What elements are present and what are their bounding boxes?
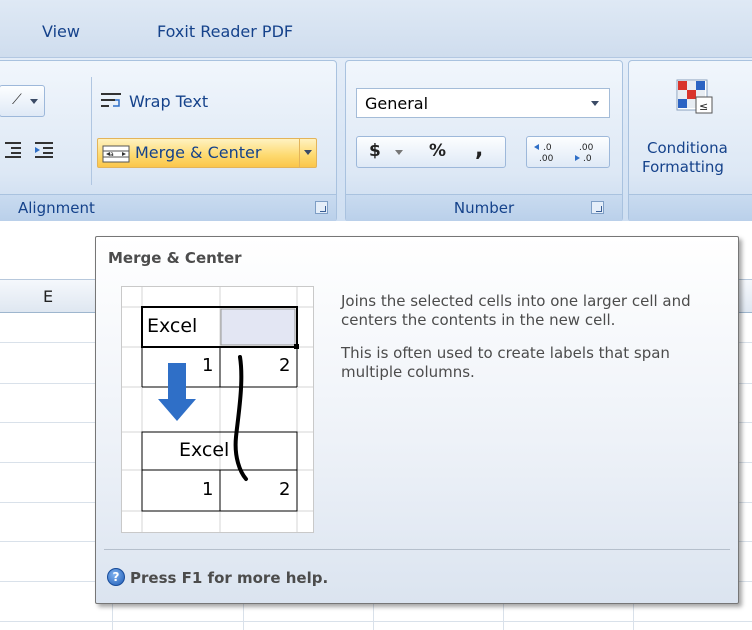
merge-center-icon: a — [102, 145, 130, 167]
alignment-dialog-launcher-icon[interactable] — [315, 201, 328, 214]
conditional-formatting-label-2: Formatting — [642, 158, 724, 176]
ribbon-body: ⟋ Wrap Text a Merge & Center Alignment G… — [0, 57, 752, 222]
styles-group: ≤ Conditiona Formatting — [628, 60, 752, 222]
number-group-label: Number — [346, 194, 622, 221]
currency-button[interactable]: $ — [369, 141, 381, 161]
merge-center-button[interactable]: a Merge & Center — [97, 138, 317, 168]
tooltip-description-1: Joins the selected cells into one larger… — [341, 292, 691, 329]
wrap-text-icon — [99, 91, 123, 115]
decrease-decimal-icon[interactable]: .00.0 — [571, 141, 603, 167]
svg-text:.0: .0 — [543, 143, 552, 153]
orientation-icon: ⟋ — [12, 92, 22, 108]
number-format-value: General — [365, 94, 429, 113]
number-format-select[interactable]: General — [356, 88, 610, 118]
alignment-group-label: Alignment — [0, 194, 336, 221]
wrap-text-button[interactable]: Wrap Text — [99, 89, 259, 115]
chevron-down-icon — [591, 101, 599, 106]
percent-button[interactable]: % — [429, 141, 446, 161]
ribbon-tab-bar: View Foxit Reader PDF — [0, 0, 752, 57]
tab-foxit-reader-pdf[interactable]: Foxit Reader PDF — [157, 22, 293, 41]
wrap-text-label: Wrap Text — [129, 92, 209, 111]
conditional-formatting-label-1: Conditiona — [647, 139, 728, 157]
number-dialog-launcher-icon[interactable] — [591, 201, 604, 214]
svg-text:a: a — [110, 151, 114, 158]
chevron-down-icon — [30, 99, 38, 104]
tooltip-description-2: This is often used to create labels that… — [341, 344, 670, 381]
conditional-formatting-icon: ≤ — [676, 79, 714, 119]
increase-indent-icon[interactable] — [33, 139, 55, 159]
chevron-down-icon — [304, 150, 312, 155]
increase-decimal-icon[interactable]: .0.00 — [533, 141, 565, 167]
merge-center-label: Merge & Center — [135, 143, 262, 162]
tooltip-separator — [104, 549, 730, 550]
comma-style-button[interactable]: , — [475, 137, 483, 162]
merge-center-dropdown[interactable] — [299, 139, 316, 167]
illustration-merged-cell: Excel — [179, 439, 230, 461]
illustration-top-value-2: 2 — [279, 355, 291, 376]
illustration-bottom-value-1: 1 — [202, 479, 214, 500]
styles-group-label — [629, 194, 752, 221]
group-separator — [91, 77, 92, 185]
chevron-down-icon[interactable] — [395, 150, 403, 155]
tooltip-help-text: Press F1 for more help. — [130, 569, 329, 587]
tooltip-description: Joins the selected cells into one larger… — [341, 292, 721, 396]
alignment-group: ⟋ Wrap Text a Merge & Center Alignment — [0, 60, 337, 222]
svg-text:≤: ≤ — [699, 100, 708, 113]
tooltip-illustration: Excel 1 2 Excel 1 2 — [121, 286, 314, 533]
svg-text:.00: .00 — [579, 143, 594, 153]
svg-text:.00: .00 — [539, 154, 554, 163]
column-header-e[interactable]: E — [43, 287, 53, 306]
illustration-bottom-value-2: 2 — [279, 479, 291, 500]
svg-text:.0: .0 — [583, 154, 592, 163]
illustration-top-cell: Excel — [147, 315, 198, 337]
orientation-button[interactable]: ⟋ — [0, 85, 45, 117]
decimal-buttons: .0.00 .00.0 — [526, 136, 610, 168]
conditional-formatting-button[interactable]: ≤ Conditiona Formatting — [629, 69, 752, 179]
merge-center-tooltip: Merge & Center Excel 1 2 Excel 1 2 Joins… — [95, 236, 739, 604]
number-group: General $ % , .0.00 .00.0 Number — [345, 60, 623, 222]
decrease-indent-icon[interactable] — [3, 139, 23, 159]
help-icon: ? — [107, 568, 125, 586]
arrow-down-icon — [158, 363, 196, 421]
tooltip-title: Merge & Center — [108, 249, 242, 267]
tab-view[interactable]: View — [42, 22, 80, 41]
accounting-format-group: $ % , — [356, 136, 506, 168]
illustration-top-value-1: 1 — [202, 355, 214, 376]
